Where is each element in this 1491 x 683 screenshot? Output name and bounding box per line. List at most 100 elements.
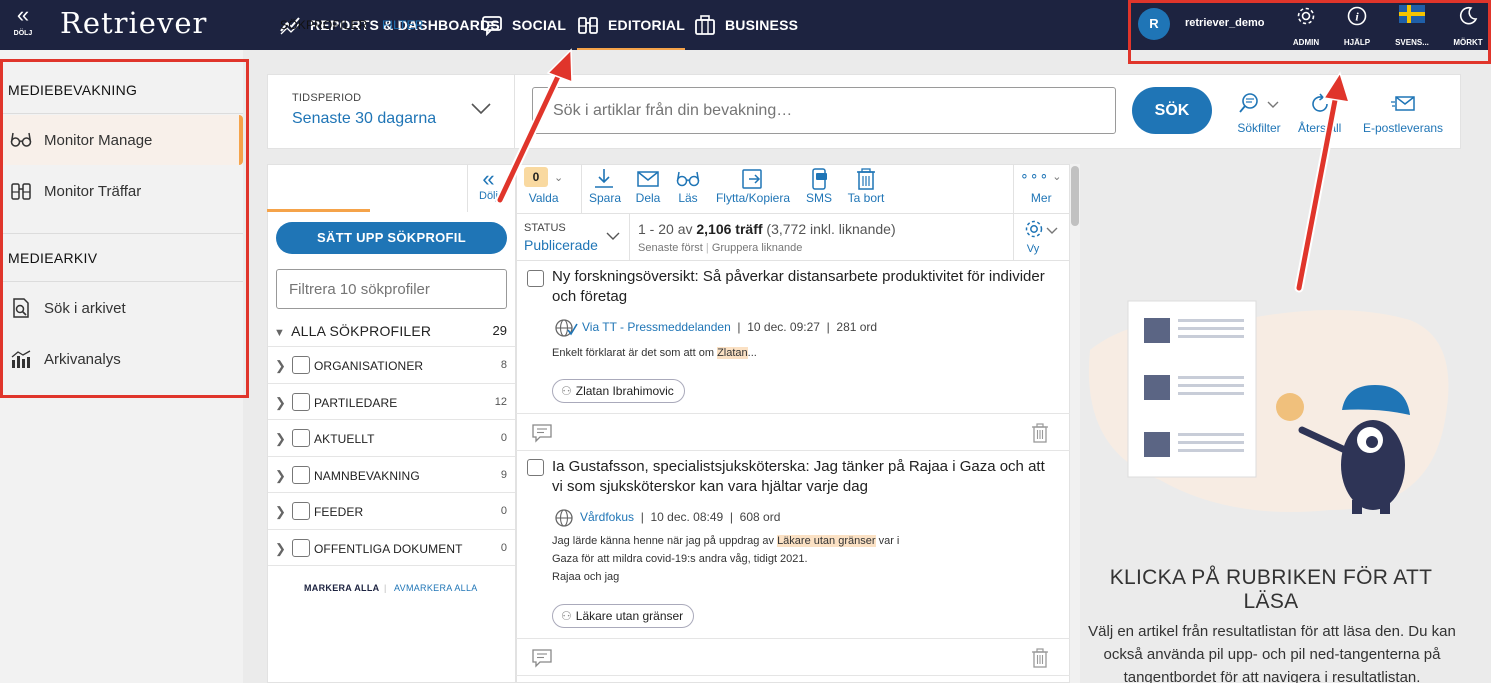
envelope-send-icon [1391,96,1415,111]
sms-button[interactable]: SMS [805,167,833,205]
chevron-right-icon[interactable]: ❯ [275,358,286,374]
article-source[interactable]: Vårdfokus [580,510,634,524]
search-filter-icon [1239,93,1279,113]
tab-sokprofiler[interactable]: SÖKPROFILER [280,18,368,32]
excerpt-text: var i [875,535,900,547]
double-chevron-left-icon: « [16,2,30,27]
status-select[interactable]: Publicerade [524,237,598,253]
retriever-logo[interactable]: Retriever [60,6,207,40]
results-scrollbar[interactable] [1070,164,1080,683]
profile-filter-input[interactable] [276,269,507,309]
nav-business[interactable]: BUSINESS [694,0,798,50]
period-select[interactable]: Senaste 30 dagarna [292,110,436,128]
profile-checkbox[interactable] [292,502,310,520]
trash-icon[interactable] [1029,422,1051,444]
chevron-down-icon[interactable] [605,230,621,242]
collapse-label: DÖLJ [13,30,33,37]
profile-checkbox[interactable] [292,393,310,411]
more-button[interactable]: ∘∘∘ ⌄ Mer [1020,167,1063,205]
gear-icon [1025,220,1058,238]
chevron-right-icon[interactable]: ❯ [275,504,286,520]
profile-row[interactable]: ❯ OFFENTLIGA DOKUMENT 0 [268,529,515,566]
glasses-icon [676,171,700,187]
comment-icon[interactable] [531,423,553,443]
share-label: Dela [635,191,661,205]
scrollbar-thumb[interactable] [1071,166,1079,226]
all-profiles-toggle[interactable]: ▼ ALLA SÖKPROFILER [274,323,431,339]
chevron-right-icon[interactable]: ❯ [275,395,286,411]
article-source[interactable]: Via TT - Pressmeddelanden [582,320,731,334]
reset-button[interactable]: Återställ [1298,92,1341,135]
profile-checkbox[interactable] [292,429,310,447]
profile-checkbox[interactable] [292,539,310,557]
profile-row[interactable]: ❯ PARTILEDARE 12 [268,383,515,420]
profile-row[interactable]: ❯ AKTUELLT 0 [268,419,515,456]
result-suffix: (3,772 inkl. liknande) [762,221,896,237]
double-chevron-left-icon: « [482,166,495,191]
profile-row[interactable]: ❯ FEEDER 0 [268,492,515,529]
profile-row[interactable]: ❯ NAMNBEVAKNING 9 [268,456,515,493]
search-input[interactable] [532,87,1116,134]
excerpt-text: Jag lärde känna henne när jag på uppdrag… [552,535,778,547]
group-similar-link[interactable]: Gruppera liknande [712,242,803,254]
divider [581,164,582,214]
share-button[interactable]: Dela [635,167,661,205]
nav-editorial[interactable]: EDITORIAL [577,0,685,52]
article-footer [516,413,1070,451]
sms-label: SMS [805,191,832,205]
binoculars-icon: ⚇ [561,384,572,398]
excerpt-text: Rajaa och jag [552,571,620,583]
hide-profiles-button[interactable]: « Dölj [479,166,498,203]
chevron-right-icon[interactable]: ❯ [275,541,286,557]
unmark-all-link[interactable]: AVMARKERA ALLA [394,583,478,593]
trash-icon[interactable] [1029,647,1051,669]
article-title[interactable]: Ia Gustafsson, specialistsjuksköterska: … [552,457,1057,497]
delete-label: Ta bort [847,191,885,205]
collapse-menu-button[interactable]: « DÖLJ [8,2,38,38]
email-delivery-button[interactable]: E-postleverans [1363,92,1443,135]
setup-profile-button[interactable]: SÄTT UPP SÖKPROFIL [276,222,507,254]
delete-button[interactable]: Ta bort [847,167,885,205]
nav-social[interactable]: SOCIAL [481,0,566,50]
search-button[interactable]: SÖK [1132,87,1212,134]
chevron-right-icon[interactable]: ❯ [275,431,286,447]
result-prefix: 1 - 20 av [638,221,697,237]
article-title[interactable]: Ny forskningsöversikt: Så påverkar dista… [552,267,1057,307]
comment-icon[interactable] [531,648,553,668]
save-label: Spara [589,191,622,205]
mark-all-link[interactable]: MARKERA ALLA [304,583,379,593]
view-label: Vy [1026,243,1040,255]
tag-label: Zlatan Ibrahimovic [575,384,674,398]
search-filter-button[interactable]: Sökfilter [1237,92,1281,135]
reset-label: Återställ [1298,121,1342,135]
binoculars-icon: ⚇ [561,609,572,623]
status-label: STATUS [524,222,566,234]
article-checkbox[interactable] [527,459,544,476]
article-checkbox[interactable] [527,270,544,287]
profile-tag[interactable]: ⚇ Zlatan Ibrahimovic [552,379,685,403]
nav-label: SOCIAL [512,17,567,33]
briefcase-icon [695,15,715,35]
profile-count: 0 [500,542,507,554]
view-button[interactable]: Vy [1020,218,1060,255]
profile-checkbox[interactable] [292,356,310,374]
chevron-down-icon[interactable] [470,100,492,116]
chevron-right-icon[interactable]: ❯ [275,468,286,484]
profile-checkbox[interactable] [292,466,310,484]
profile-row[interactable]: ❯ ORGANISATIONER 8 [268,346,515,383]
save-button[interactable]: Spara [589,167,621,205]
profile-tag[interactable]: ⚇ Läkare utan gränser [552,604,695,628]
chat-bubble-icon [482,16,502,36]
binoculars-icon [578,17,598,34]
result-hits: 2,106 träff [696,221,763,237]
excerpt-text: ... [747,347,757,359]
sort-link[interactable]: Senaste först [638,242,703,254]
article-date: 10 dec. 09:27 [747,320,820,335]
excerpt-text: Gaza för att mildra covid-19:s andra våg… [552,553,808,565]
selected-button[interactable]: 0 ⌄ Valda [524,167,563,205]
tab-filter[interactable]: FILTER [382,18,424,32]
read-button[interactable]: Läs [675,167,701,205]
separator: | [384,583,387,593]
move-copy-button[interactable]: Flytta/Kopiera [715,167,791,205]
read-label: Läs [678,191,698,205]
